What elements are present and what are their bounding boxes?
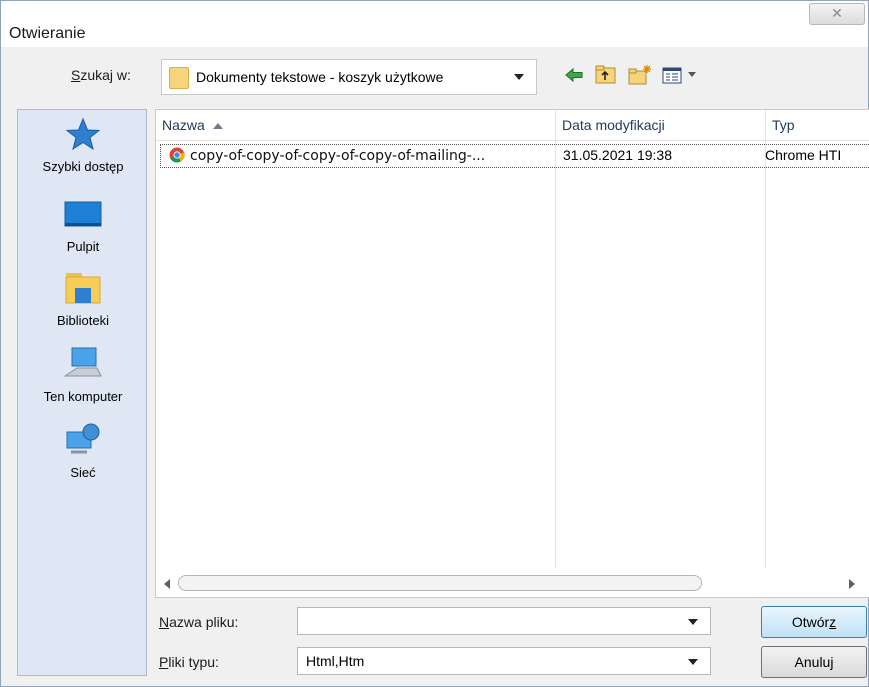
place-label: Biblioteki: [56, 313, 110, 328]
places-bar: Szybki dostęp Pulpit Biblioteki Ten komp…: [17, 109, 147, 676]
place-label: Pulpit: [66, 239, 100, 254]
open-file-dialog: Otwieranie ✕ Szukaj w: Dokumenty tekstow…: [0, 0, 869, 687]
filename-label: Nazwa pliku:: [159, 614, 239, 630]
filetype-value: Html,Htm: [306, 653, 365, 669]
chevron-down-icon[interactable]: [688, 659, 698, 665]
open-button[interactable]: Otwórz: [761, 606, 867, 638]
place-this-pc[interactable]: Ten komputer: [18, 346, 148, 404]
cancel-button[interactable]: Anuluj: [761, 646, 867, 678]
column-header-modified[interactable]: Data modyfikacji: [556, 110, 764, 140]
back-icon[interactable]: [563, 64, 585, 88]
column-header-name[interactable]: Nazwa: [156, 110, 554, 140]
close-button[interactable]: ✕: [809, 3, 865, 25]
horizontal-scrollbar[interactable]: [156, 568, 869, 597]
up-folder-icon[interactable]: [594, 64, 618, 88]
libraries-icon: [65, 273, 101, 304]
look-in-value: Dokumenty tekstowe - koszyk użytkowe: [196, 69, 444, 85]
window-title: Otwieranie: [9, 25, 86, 42]
filename-input[interactable]: [297, 607, 711, 635]
sort-ascending-icon: [212, 123, 223, 130]
chevron-down-icon: [514, 74, 524, 80]
place-network[interactable]: Sieć: [18, 422, 148, 480]
network-icon: [66, 423, 100, 454]
table-row[interactable]: copy-of-copy-of-copy-of-copy-of-mailing-…: [160, 144, 869, 168]
place-label: Ten komputer: [43, 389, 123, 404]
look-in-dropdown[interactable]: Dokumenty tekstowe - koszyk użytkowe: [161, 59, 537, 95]
file-list[interactable]: Nazwa Data modyfikacji Typ copy-of-copy-…: [155, 109, 869, 598]
filetype-select[interactable]: Html,Htm: [297, 647, 711, 675]
computer-icon: [63, 347, 102, 377]
scroll-thumb[interactable]: [178, 575, 702, 591]
place-desktop[interactable]: Pulpit: [18, 196, 148, 254]
header-divider: [156, 140, 869, 141]
column-divider: [555, 110, 556, 568]
file-modified-cell: 31.05.2021 19:38: [563, 147, 672, 163]
column-divider: [765, 110, 766, 568]
desktop-icon: [64, 201, 102, 227]
chevron-down-icon[interactable]: [688, 619, 698, 625]
column-header-type[interactable]: Typ: [766, 110, 869, 140]
star-icon: [65, 117, 101, 151]
title-bar: Otwieranie ✕: [1, 1, 868, 47]
scroll-right-icon[interactable]: [849, 579, 855, 589]
new-folder-icon[interactable]: [627, 64, 653, 88]
place-label: Szybki dostęp: [42, 159, 124, 174]
look-in-label: Szukaj w:: [71, 67, 131, 83]
place-label: Sieć: [70, 465, 96, 480]
place-libraries[interactable]: Biblioteki: [18, 270, 148, 328]
scroll-left-icon[interactable]: [164, 579, 170, 589]
filetype-label: Pliki typu:: [159, 654, 219, 670]
folder-icon: [169, 67, 189, 89]
file-name-cell: copy-of-copy-of-copy-of-copy-of-mailing-…: [169, 147, 555, 164]
place-quick-access[interactable]: Szybki dostęp: [18, 116, 148, 174]
chrome-icon: [169, 147, 185, 163]
view-menu-icon[interactable]: [661, 64, 705, 88]
file-type-cell: Chrome HTI: [765, 147, 842, 163]
